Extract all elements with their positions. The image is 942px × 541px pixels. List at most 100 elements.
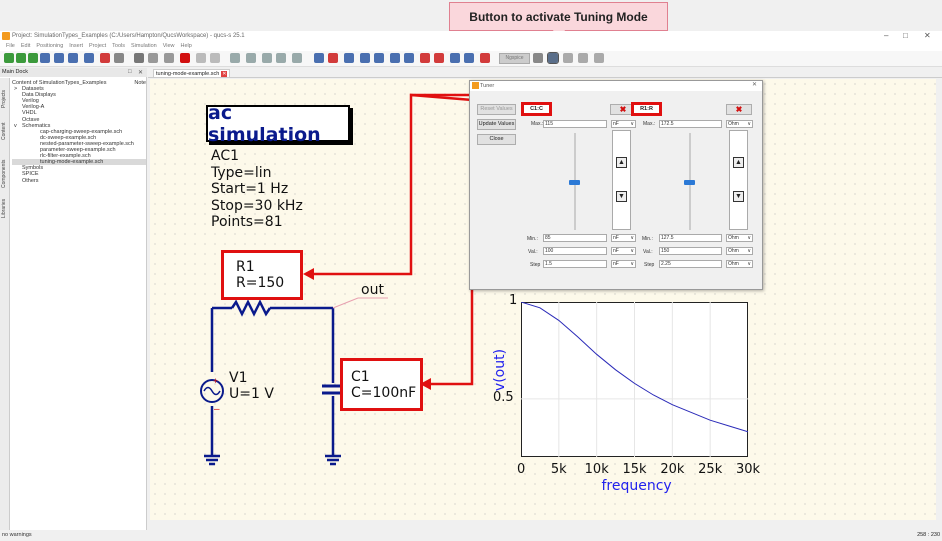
menu-view[interactable]: View bbox=[163, 42, 175, 51]
c1-slider-thumb[interactable] bbox=[569, 179, 580, 185]
zoom-fit-icon[interactable] bbox=[230, 53, 240, 63]
save-as-icon[interactable] bbox=[68, 53, 78, 63]
c1-min-field[interactable]: 85 bbox=[543, 234, 607, 242]
r1-step-down-icon[interactable]: ▼ bbox=[733, 191, 744, 202]
zoom-out-icon[interactable] bbox=[262, 53, 272, 63]
mirror-x-icon[interactable] bbox=[344, 53, 354, 63]
minimize-button[interactable]: – bbox=[884, 31, 888, 40]
show-last-messages-icon[interactable] bbox=[594, 53, 604, 63]
c1-step-down-icon[interactable]: ▼ bbox=[616, 191, 627, 202]
select-icon[interactable] bbox=[314, 53, 324, 63]
tab-content[interactable]: Content bbox=[1, 122, 7, 140]
ac-param: Points=81 bbox=[211, 214, 283, 230]
r1-highlight[interactable]: R1 R=150 bbox=[221, 250, 303, 300]
r1-step-up-icon[interactable]: ▲ bbox=[733, 157, 744, 168]
menu-edit[interactable]: Edit bbox=[21, 42, 30, 51]
menu-file[interactable]: File bbox=[6, 42, 15, 51]
simulator-select[interactable]: Ngspice bbox=[499, 53, 530, 64]
insert-label-icon[interactable] bbox=[434, 53, 444, 63]
c1-highlight[interactable]: C1 C=100nF bbox=[340, 358, 423, 411]
c1-val-unit[interactable]: nF bbox=[611, 247, 636, 255]
c1-max-unit[interactable]: nF bbox=[611, 120, 636, 128]
window-title: Project: SimulationTypes_Examples (C:/Us… bbox=[0, 31, 942, 42]
menu-bar: File Edit Positioning Insert Project Tools Sim… bbox=[0, 42, 942, 51]
remove-r1-button[interactable]: ✖ bbox=[726, 104, 752, 115]
view-data-icon[interactable] bbox=[563, 53, 573, 63]
save-icon[interactable] bbox=[40, 53, 50, 63]
cut-icon[interactable] bbox=[134, 53, 144, 63]
redo-icon[interactable] bbox=[210, 53, 220, 63]
net-label-out[interactable]: out bbox=[361, 282, 384, 298]
open-icon[interactable] bbox=[28, 53, 38, 63]
c1-step-field[interactable]: 1.5 bbox=[543, 260, 607, 268]
r1-step-field[interactable]: 2.25 bbox=[659, 260, 722, 268]
r1-min-field[interactable]: 127.5 bbox=[659, 234, 722, 242]
copy-icon[interactable] bbox=[148, 53, 158, 63]
r1-val-label: Val.: bbox=[643, 249, 653, 255]
menu-project[interactable]: Project bbox=[89, 42, 106, 51]
r1-max-unit[interactable]: Ohm bbox=[726, 120, 753, 128]
reset-values-button[interactable]: Reset Values bbox=[477, 104, 516, 115]
zoom-select-icon[interactable] bbox=[276, 53, 286, 63]
menu-insert[interactable]: Insert bbox=[69, 42, 83, 51]
go-into-subcircuit-icon[interactable] bbox=[404, 53, 414, 63]
menu-help[interactable]: Help bbox=[181, 42, 192, 51]
c1-val-field[interactable]: 100 bbox=[543, 247, 607, 255]
r1-step-unit[interactable]: Ohm bbox=[726, 260, 753, 268]
chevron-down-icon[interactable]: v bbox=[14, 123, 22, 129]
undo-icon[interactable] bbox=[196, 53, 206, 63]
r1-max-field[interactable]: 172.5 bbox=[659, 120, 722, 128]
tuner-close-icon[interactable]: ✕ bbox=[752, 81, 757, 88]
tab-libraries[interactable]: Libraries bbox=[1, 199, 7, 218]
close-window-button[interactable]: ✕ bbox=[924, 31, 931, 40]
menu-positioning[interactable]: Positioning bbox=[36, 42, 63, 51]
param-c1-header[interactable]: C1:C bbox=[521, 102, 552, 116]
dock-float-icon[interactable]: □ bbox=[128, 69, 132, 75]
print-icon[interactable] bbox=[84, 53, 94, 63]
mirror-y-icon[interactable] bbox=[360, 53, 370, 63]
c1-min-unit[interactable]: nF bbox=[611, 234, 636, 242]
c1-max-field[interactable]: 115 bbox=[543, 120, 607, 128]
tab-components[interactable]: Components bbox=[1, 160, 7, 188]
close-doc-icon[interactable] bbox=[100, 53, 110, 63]
tab-projects[interactable]: Projects bbox=[1, 90, 7, 108]
rotate-icon[interactable] bbox=[374, 53, 384, 63]
update-values-button[interactable]: Update Values bbox=[477, 119, 516, 130]
new-text-icon[interactable] bbox=[16, 53, 26, 63]
set-marker-icon[interactable] bbox=[578, 53, 588, 63]
menu-tools[interactable]: Tools bbox=[112, 42, 125, 51]
print-fit-icon[interactable] bbox=[114, 53, 124, 63]
close-tab-icon[interactable]: ✕ bbox=[221, 71, 228, 77]
tuning-mode-icon[interactable] bbox=[547, 52, 559, 64]
tree-item-label: Schematics bbox=[22, 122, 51, 129]
dock-close-icon[interactable]: ✕ bbox=[138, 69, 143, 76]
c1-step-up-icon[interactable]: ▲ bbox=[616, 157, 627, 168]
menu-simulation[interactable]: Simulation bbox=[131, 42, 157, 51]
r1-val-unit[interactable]: Ohm bbox=[726, 247, 753, 255]
activate-icon[interactable] bbox=[390, 53, 400, 63]
r1-slider-thumb[interactable] bbox=[684, 179, 695, 185]
c1-step-unit[interactable]: nF bbox=[611, 260, 636, 268]
insert-port-icon[interactable] bbox=[480, 53, 490, 63]
insert-wire-icon[interactable] bbox=[420, 53, 430, 63]
r1-stepper bbox=[729, 130, 748, 230]
zoom-reset-icon[interactable] bbox=[292, 53, 302, 63]
edit-component-icon[interactable] bbox=[328, 53, 338, 63]
ac-simulation-block[interactable]: ac simulation bbox=[206, 102, 350, 146]
simulate-icon[interactable] bbox=[533, 53, 543, 63]
param-r1-header[interactable]: R1:R bbox=[631, 102, 662, 116]
c1-min-label: Min.: bbox=[527, 236, 538, 242]
r1-min-unit[interactable]: Ohm bbox=[726, 234, 753, 242]
tab-tuning-mode-example[interactable]: tuning-mode-example.sch ✕ bbox=[153, 69, 231, 78]
r1-val-field[interactable]: 150 bbox=[659, 247, 722, 255]
close-button[interactable]: Close bbox=[477, 134, 516, 145]
insert-ground-icon[interactable] bbox=[464, 53, 474, 63]
insert-equation-icon[interactable] bbox=[450, 53, 460, 63]
tree-item[interactable]: Others bbox=[12, 178, 146, 184]
delete-icon[interactable] bbox=[180, 53, 190, 63]
zoom-in-icon[interactable] bbox=[246, 53, 256, 63]
paste-icon[interactable] bbox=[164, 53, 174, 63]
maximize-button[interactable]: □ bbox=[903, 31, 908, 40]
save-all-icon[interactable] bbox=[54, 53, 64, 63]
new-file-icon[interactable] bbox=[4, 53, 14, 63]
